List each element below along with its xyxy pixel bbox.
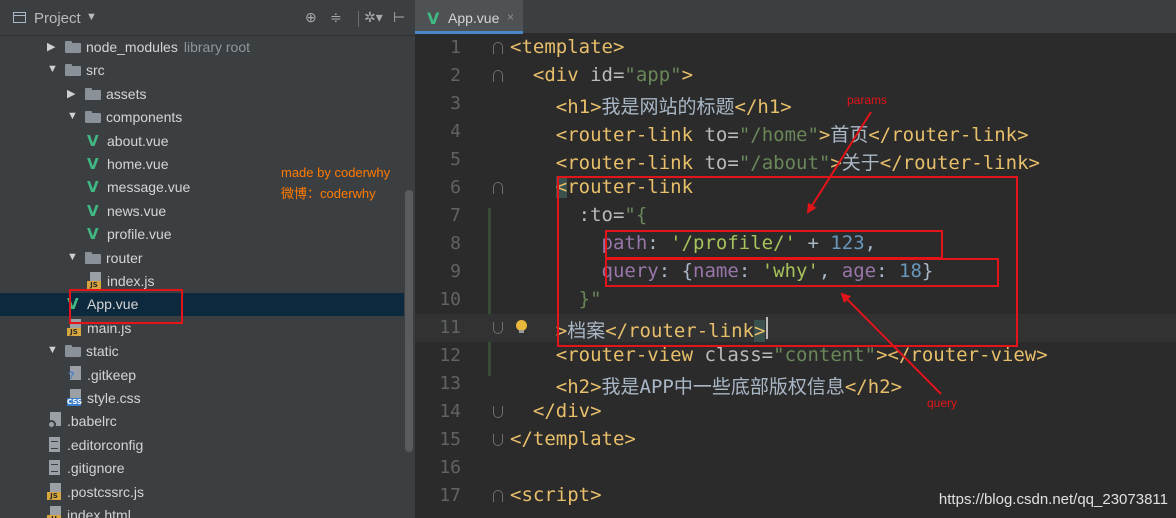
tree-item-label: node_modules library root <box>86 39 250 55</box>
tree-item-label: home.vue <box>107 156 169 172</box>
query-arrow <box>840 292 942 395</box>
tree-item-label: index.html <box>67 507 131 518</box>
tree-item-label: .babelrc <box>67 413 117 430</box>
html-file-icon: H <box>47 506 63 518</box>
tree-item[interactable]: JS main.js <box>0 317 404 340</box>
tree-item[interactable]: Hindex.html <box>0 504 404 518</box>
tree-item[interactable]: Vnews.vue <box>0 200 404 223</box>
vue-icon: V <box>87 131 99 150</box>
tree-item-label: router <box>106 249 143 266</box>
tree-item-label: news.vue <box>107 202 167 219</box>
collapse-all-icon[interactable]: ≑ <box>330 9 342 25</box>
tree-item-label: assets <box>106 85 147 102</box>
expand-arrow-icon[interactable]: ▼ <box>67 251 78 263</box>
project-tree: ▶ node_modules library root ▼ src ▶ assets ▼ com… <box>0 36 404 518</box>
tree-item[interactable]: CSS style.css <box>0 387 404 410</box>
project-icon <box>13 12 26 23</box>
tree-item-label: style.css <box>87 390 141 406</box>
collapse-arrow-icon[interactable]: ▶ <box>47 40 55 53</box>
tree-item[interactable]: Vabout.vue <box>0 130 404 153</box>
tree-item[interactable]: ▶ node_modules library root <box>0 36 404 59</box>
tree-item[interactable]: JS index.js <box>0 270 404 293</box>
tree-item[interactable]: ▶ assets <box>0 83 404 106</box>
author-annotation-line1: made by coderwhy <box>281 165 391 180</box>
vue-icon: V <box>87 201 99 220</box>
hide-panel-icon[interactable]: ⊢ <box>393 9 405 25</box>
tree-item[interactable]: .gitignore <box>0 457 404 480</box>
tree-item[interactable]: ▼ components <box>0 106 404 129</box>
sidebar-scrollbar[interactable] <box>405 190 413 452</box>
expand-arrow-icon[interactable]: ▼ <box>47 63 58 75</box>
collapse-arrow-icon[interactable]: ▶ <box>67 87 75 100</box>
gear-icon[interactable]: ✲▾ <box>364 9 383 25</box>
css-file-icon: CSS <box>67 389 83 406</box>
tree-item[interactable]: ▼ router <box>0 247 404 270</box>
babel-icon <box>47 412 63 430</box>
code-editor: V App.vue × 1 <template> 2 <div id="app"> 3… <box>415 0 1176 518</box>
tree-item[interactable]: ▼ src <box>0 59 404 82</box>
project-panel-header: Project ▼ ⊕ ≑ ✲▾ ⊢ <box>0 0 415 36</box>
project-view-selector[interactable]: Project <box>34 10 81 27</box>
app-vue-highlight-box <box>69 289 183 324</box>
folder-icon <box>65 41 81 53</box>
project-panel: Project ▼ ⊕ ≑ ✲▾ ⊢ ▶ node_modules library … <box>0 0 415 518</box>
tree-item[interactable]: ? .gitkeep <box>0 364 404 387</box>
tree-item-label: static <box>86 343 119 360</box>
tree-item-label: index.js <box>107 273 155 289</box>
vue-icon: V <box>87 155 99 173</box>
author-annotation-line2: 微博：coderwhy <box>281 186 376 201</box>
chevron-down-icon[interactable]: ▼ <box>86 11 97 23</box>
tree-item[interactable]: Vprofile.vue <box>0 223 404 246</box>
js-file-icon: JS <box>47 482 63 500</box>
tree-item[interactable]: JS .postcssrc.js <box>0 481 404 504</box>
tree-item-label: about.vue <box>107 132 169 149</box>
folder-icon <box>65 64 81 77</box>
js-file-icon: JS <box>87 272 103 289</box>
folder-icon <box>85 87 101 100</box>
tree-item-label: message.vue <box>107 179 191 196</box>
expand-arrow-icon[interactable]: ▼ <box>47 344 58 356</box>
tree-item-label: .gitignore <box>67 460 125 477</box>
folder-icon <box>85 111 101 124</box>
folder-icon <box>65 345 81 358</box>
vue-icon: V <box>87 178 99 197</box>
gitkeep-icon: ? <box>67 365 83 383</box>
toolbar-divider <box>358 11 359 27</box>
vue-icon: V <box>87 225 99 244</box>
tree-item[interactable]: .editorconfig <box>0 434 404 457</box>
annotation-arrows <box>806 111 942 395</box>
tree-item-label: .editorconfig <box>67 436 144 453</box>
params-arrow <box>806 111 872 214</box>
blog-watermark: https://blog.csdn.net/qq_23073811 <box>938 491 1168 508</box>
tree-item[interactable]: .babelrc <box>0 410 404 433</box>
tree-item-note: library root <box>183 39 250 55</box>
expand-arrow-icon[interactable]: ▼ <box>67 110 78 122</box>
text-file-icon <box>49 460 60 476</box>
folder-icon <box>85 251 101 264</box>
text-file-icon <box>49 436 60 452</box>
tree-item[interactable]: ▼ static <box>0 340 404 363</box>
tree-item-label: components <box>106 109 183 126</box>
tree-item-label: .postcssrc.js <box>67 483 145 500</box>
tree-item-label: .gitkeep <box>87 366 137 383</box>
scroll-from-source-icon[interactable]: ⊕ <box>305 9 317 25</box>
tree-item[interactable]: V App.vue <box>0 293 404 317</box>
tree-item-label: profile.vue <box>107 226 172 243</box>
tree-item-label: src <box>86 62 105 79</box>
